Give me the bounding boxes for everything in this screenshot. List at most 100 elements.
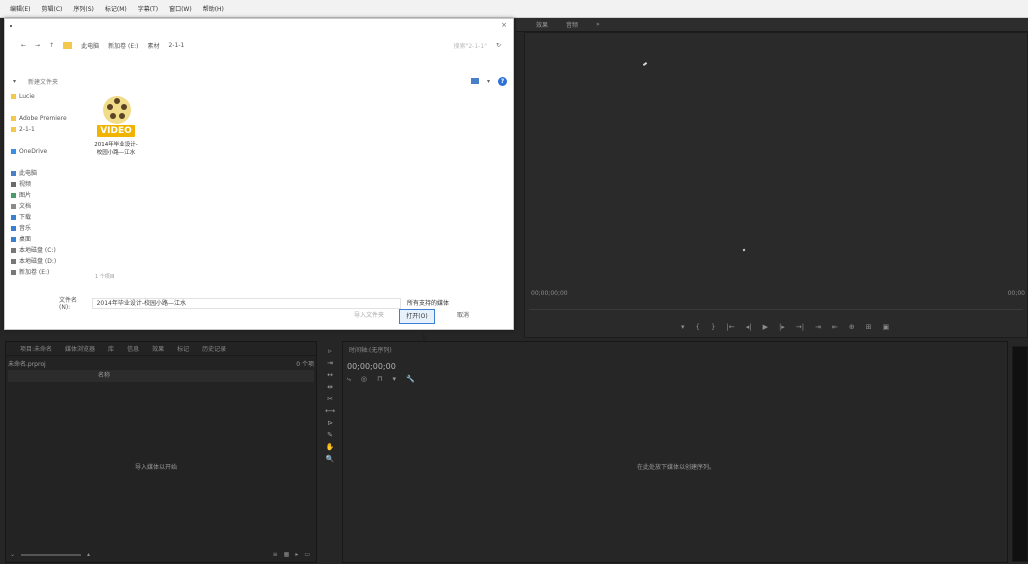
tools-panel: ▹ ⇥ ↔ ⇹ ✂ ⟷ ⊳ ✎ ✋ 🔍 (323, 343, 337, 563)
tool-icon-7[interactable]: ✎ (327, 431, 333, 439)
project-bottom-icon-0[interactable]: ≡ (273, 551, 278, 558)
tab-audio[interactable]: 音频 (566, 20, 578, 29)
nav-item-16[interactable]: 新加卷 (E:) (11, 267, 77, 278)
nav-item-5[interactable]: OneDrive (11, 146, 77, 157)
tool-icon-8[interactable]: ✋ (326, 443, 335, 451)
timeline-tab[interactable]: 时间轴:(无序列) (349, 345, 392, 354)
transport-control-8[interactable]: ⇥ (815, 323, 821, 331)
breadcrumb-2-1-1[interactable]: 2-1-1 (169, 42, 185, 49)
transport-control-9[interactable]: ⇤ (832, 323, 838, 331)
nav-item-0[interactable]: Lucie (11, 91, 77, 102)
timeline-tool-icon-2[interactable]: ⊓ (377, 375, 382, 384)
transport-control-7[interactable]: →| (796, 323, 804, 331)
transport-control-1[interactable]: { (696, 323, 700, 331)
project-bottom-icon-3[interactable]: ▭ (304, 551, 310, 558)
transport-control-4[interactable]: ◂| (746, 323, 752, 331)
menu-item-3[interactable]: 标记(M) (105, 4, 127, 13)
search-input[interactable]: 搜索"2-1-1" (454, 41, 487, 50)
status-item-count: 1 个项目 (95, 274, 115, 280)
transport-control-2[interactable]: } (711, 323, 715, 331)
tool-icon-3[interactable]: ⇹ (327, 383, 333, 391)
import-folder-button[interactable]: 导入文件夹 (349, 309, 389, 324)
filename-input[interactable]: 2014年毕业设计-校园小路—江水 (91, 297, 401, 309)
nav-item-10[interactable]: 文档 (11, 201, 77, 212)
picture-icon (11, 193, 16, 198)
tool-icon-2[interactable]: ↔ (327, 371, 333, 379)
timeline-tool-icon-0[interactable]: ⤷ (347, 375, 351, 384)
nav-item-8[interactable]: 视频 (11, 179, 77, 190)
back-icon[interactable]: ← (21, 42, 26, 49)
cancel-button[interactable]: 取消 (445, 309, 481, 324)
column-header-name[interactable]: 名称 (8, 370, 314, 382)
transport-control-0[interactable]: ▾ (681, 323, 685, 331)
timeline-timecode[interactable]: 00;00;00;00 (347, 362, 396, 371)
nav-item-14[interactable]: 本地磁盘 (C:) (11, 245, 77, 256)
project-tab-6[interactable]: 历史记录 (202, 344, 226, 353)
timeline-tool-icon-4[interactable]: 🔧 (406, 375, 415, 384)
transport-control-6[interactable]: |▸ (779, 323, 785, 331)
new-folder-button[interactable]: 新建文件夹 (28, 77, 58, 86)
tool-icon-4[interactable]: ✂ (327, 395, 333, 403)
breadcrumb-footage[interactable]: 素材 (148, 41, 160, 50)
organize-chevron-icon[interactable]: ▾ (13, 78, 16, 85)
menu-item-4[interactable]: 字幕(T) (138, 4, 158, 13)
breadcrumb-drive-e[interactable]: 新加卷 (E:) (108, 41, 138, 50)
nav-item-12[interactable]: 音乐 (11, 223, 77, 234)
transport-control-12[interactable]: ▣ (883, 323, 890, 331)
project-tab-2[interactable]: 库 (108, 344, 114, 353)
filetype-select[interactable]: 所有支持的媒体 (405, 298, 499, 309)
tool-icon-6[interactable]: ⊳ (327, 419, 333, 427)
transport-control-3[interactable]: |← (726, 323, 734, 331)
zoom-out-icon[interactable]: ⌄ (10, 551, 15, 558)
menu-item-1[interactable]: 剪辑(C) (41, 4, 62, 13)
document-icon (11, 204, 16, 209)
timeline-tool-icon-3[interactable]: ▾ (393, 375, 397, 384)
project-tab-3[interactable]: 信息 (127, 344, 139, 353)
dialog-buttons: 导入文件夹 打开(O) 取消 (349, 309, 481, 324)
tool-icon-1[interactable]: ⇥ (327, 359, 333, 367)
address-bar: ← → ↑ 此电脑 新加卷 (E:) 素材 2-1-1 搜索"2-1-1" ↻ (21, 39, 501, 51)
menu-item-0[interactable]: 编辑(E) (10, 4, 30, 13)
open-button[interactable]: 打开(O) (399, 309, 435, 324)
close-icon[interactable]: × (501, 21, 507, 29)
nav-item-3[interactable]: 2-1-1 (11, 124, 77, 135)
view-chevron-icon[interactable]: ▾ (487, 78, 490, 85)
transport-control-10[interactable]: ⊕ (849, 323, 855, 331)
nav-item-7[interactable]: 此电脑 (11, 168, 77, 179)
timeline-tool-icon-1[interactable]: ◎ (361, 375, 367, 384)
zoom-in-icon[interactable]: ▴ (87, 551, 90, 558)
nav-item-9[interactable]: 图片 (11, 190, 77, 201)
tab-overflow[interactable]: » (596, 21, 600, 28)
video-tag: VIDEO (97, 125, 135, 137)
view-options-icon[interactable] (470, 78, 479, 84)
file-item-video[interactable]: VIDEO 2014年毕业设计- 校园小路—江水 (85, 95, 147, 175)
menu-item-5[interactable]: 窗口(W) (169, 4, 192, 13)
forward-icon[interactable]: → (35, 42, 40, 49)
menu-item-2[interactable]: 序列(S) (73, 4, 94, 13)
project-bottom-icon-2[interactable]: ▸ (295, 551, 298, 558)
menu-item-6[interactable]: 帮助(H) (203, 4, 224, 13)
tool-icon-0[interactable]: ▹ (328, 347, 332, 355)
project-bottom-icon-1[interactable]: ▦ (284, 551, 290, 558)
help-icon[interactable]: ? (498, 76, 507, 86)
breadcrumb-this-pc[interactable]: 此电脑 (81, 41, 99, 50)
transport-control-11[interactable]: ⊞ (866, 323, 872, 331)
nav-item-2[interactable]: Adobe Premiere (11, 113, 77, 124)
refresh-icon[interactable]: ↻ (496, 42, 501, 49)
nav-item-11[interactable]: 下载 (11, 212, 77, 223)
nav-item-13[interactable]: 桌面 (11, 234, 77, 245)
menubar: 编辑(E) 剪辑(C) 序列(S) 标记(M) 字幕(T) 窗口(W) 帮助(H) (0, 0, 1028, 18)
project-tab-5[interactable]: 标记 (177, 344, 189, 353)
up-icon[interactable]: ↑ (49, 42, 54, 49)
project-tab-0[interactable]: 项目:未命名 (20, 344, 52, 353)
tab-effects[interactable]: 效果 (536, 20, 548, 29)
zoom-slider[interactable] (21, 553, 82, 556)
project-tab-1[interactable]: 媒体浏览器 (65, 344, 95, 353)
tool-icon-9[interactable]: 🔍 (326, 455, 335, 463)
tool-icon-5[interactable]: ⟷ (325, 407, 335, 415)
project-tab-4[interactable]: 效果 (152, 344, 164, 353)
transport-control-5[interactable]: ▶ (763, 323, 768, 331)
nav-item-15[interactable]: 本地磁盘 (D:) (11, 256, 77, 267)
program-scrubber[interactable] (529, 309, 1023, 310)
project-name: 未命名.prproj (8, 361, 46, 368)
